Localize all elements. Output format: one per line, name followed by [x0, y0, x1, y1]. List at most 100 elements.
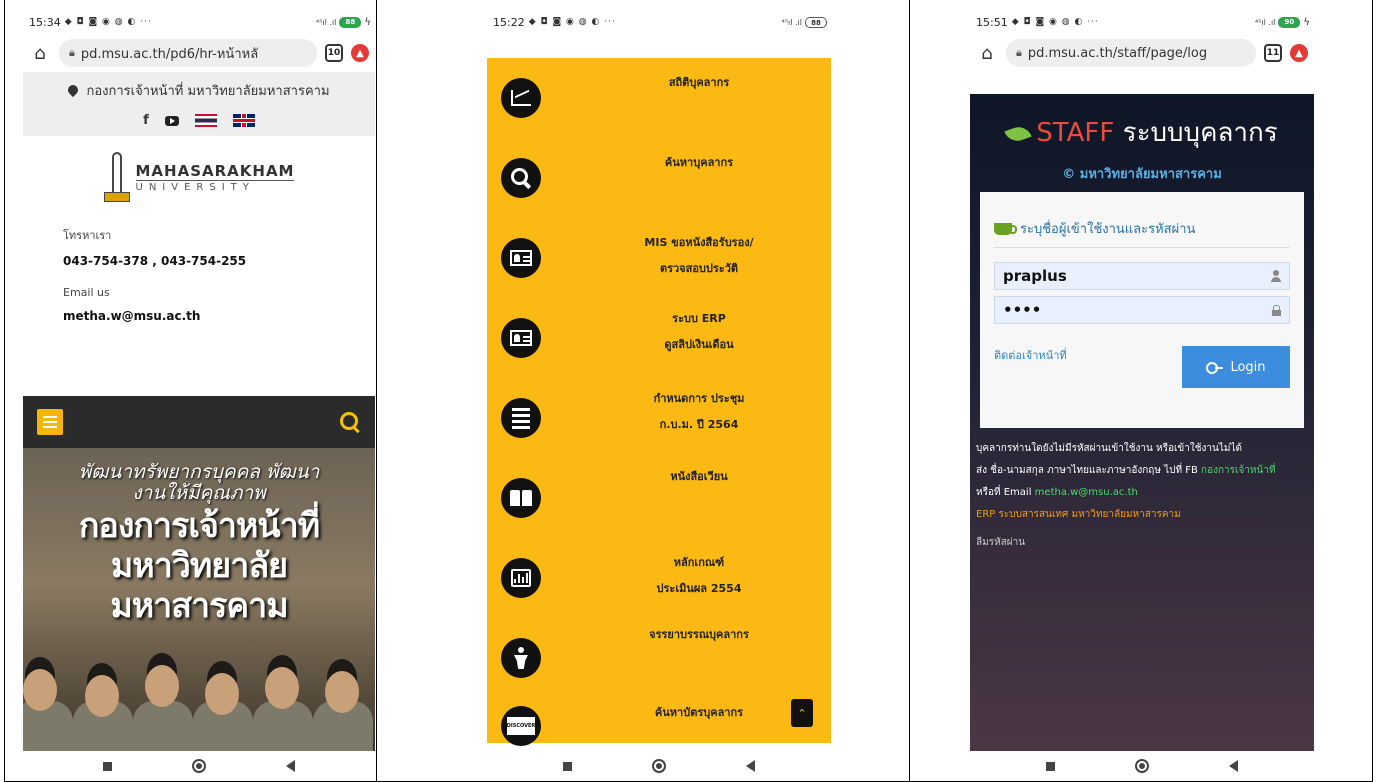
map-pin-icon — [68, 85, 78, 97]
logo-subtitle: UNIVERSITY — [135, 179, 295, 193]
status-bar: 15:34 ◆ ◘ ◙ ◉ ◍ ◐ ··· ⁴⁵ıl .ıl 88 ϟ — [23, 10, 375, 34]
key-icon — [1206, 362, 1224, 374]
android-nav-bar — [487, 751, 831, 781]
menu-item-search-staff[interactable]: ค้นหาบุคลากร — [487, 138, 831, 218]
status-bar: 15:51 ◆ ◘ ◙ ◉ ◍ ◐ ··· ⁴⁵ıl .ıl 90 ϟ — [970, 10, 1314, 34]
url-field[interactable]: 🔒︎ pd.msu.ac.th/pd6/hr-หน้าหลั — [59, 39, 317, 67]
menu-item-statistics[interactable]: สถิติบุคลากร — [487, 58, 831, 138]
menu-label-2: ก.บ.ม. ปี 2564 — [659, 418, 739, 431]
battery-icon: 88 — [805, 16, 827, 28]
menu-label-2: ดูสลิปเงินเดือน — [664, 338, 734, 351]
menu-item-code-of-ethics[interactable]: จรรยาบรรณบุคลากร — [487, 618, 831, 698]
menu-item-erp-payslip[interactable]: ระบบ ERP ดูสลิปเงินเดือน — [487, 298, 831, 378]
menu-label: หลักเกณฑ์ — [673, 556, 725, 569]
tab-count-icon[interactable]: 10 — [325, 44, 343, 62]
facebook-icon[interactable]: f — [143, 113, 149, 128]
menu-item-circular-letters[interactable]: หนังสือเวียน — [487, 458, 831, 538]
scroll-top-button[interactable]: ⌃ — [791, 699, 813, 727]
back-icon[interactable] — [1229, 760, 1238, 772]
hero-title-2: มหาวิทยาลัย — [110, 546, 288, 586]
lock-icon: 🔒︎ — [69, 46, 75, 59]
forgot-password-link[interactable]: ลืมรหัสผ่าน — [976, 532, 1310, 554]
battery-icon: 90 — [1278, 16, 1301, 28]
university-logo[interactable]: MAHASARAKHAM UNIVERSITY — [23, 152, 375, 202]
login-page: STAFF ระบบบุคลากร © มหาวิทยาลัยมหาสารคาม… — [970, 94, 1314, 751]
status-time: 15:51 — [976, 15, 1008, 29]
menu-item-meeting-schedule[interactable]: กำหนดการ ประชุม ก.บ.ม. ปี 2564 — [487, 378, 831, 458]
password-value: •••• — [1003, 301, 1042, 319]
menu-label: MIS ขอหนังสือรับรอง/ — [644, 236, 754, 249]
uk-flag-icon[interactable] — [232, 114, 255, 127]
group-photo-people — [23, 611, 375, 751]
contact-staff-link[interactable]: ติดต่อเจ้าหน้าที่ — [994, 346, 1067, 364]
status-time: 15:22 — [493, 15, 525, 29]
opera-menu-icon[interactable]: ▲ — [1290, 44, 1308, 62]
menu-item-evaluation-criteria[interactable]: หลักเกณฑ์ ประเมินผล 2554 — [487, 538, 831, 618]
brand-system: ระบบบุคลากร — [1114, 118, 1278, 148]
home-button-icon[interactable] — [192, 759, 206, 773]
site-top-bar: กองการเจ้าหน้าที่ มหาวิทยาลัยมหาสารคาม f — [23, 72, 375, 136]
logo-name: MAHASARAKHAM — [135, 161, 295, 180]
padlock-icon — [1272, 304, 1281, 316]
hero-title-3: มหาสารคาม — [110, 586, 288, 626]
book-icon — [501, 478, 541, 518]
phone-value[interactable]: 043-754-378 , 043-754-255 — [63, 254, 375, 268]
login-help-text: บุคลากรท่านใดยังไม่มีรหัสผ่านเข้าใช้งาน … — [976, 438, 1310, 554]
charging-icon: ϟ — [1303, 16, 1310, 28]
hero-text: พัฒนาทรัพยากรบุคคล พัฒนา งานให้มีคุณภาพ … — [23, 462, 375, 626]
help-line-2: ส่ง ชื่อ-นามสกุล ภาษาไทยและภาษาอังกฤษ ไป… — [976, 465, 1202, 476]
url-field[interactable]: 🔒︎ pd.msu.ac.th/staff/page/log — [1006, 39, 1256, 67]
bar-chart-icon — [501, 558, 541, 598]
email-value[interactable]: metha.w@msu.ac.th — [63, 309, 375, 323]
back-icon[interactable] — [746, 760, 755, 772]
help-line-3: หรือที่ Email — [976, 487, 1035, 498]
hero-banner: พัฒนาทรัพยากรบุคคล พัฒนา งานให้มีคุณภาพ … — [23, 396, 375, 751]
screenshot-panel-login: 15:51 ◆ ◘ ◙ ◉ ◍ ◐ ··· ⁴⁵ıl .ıl 90 ϟ ⌂ 🔒︎… — [910, 0, 1373, 782]
opera-menu-icon[interactable]: ▲ — [351, 44, 369, 62]
home-icon[interactable]: ⌂ — [29, 43, 51, 64]
menu-label-2: ตรวจสอบประวัติ — [659, 262, 739, 275]
recent-apps-icon[interactable] — [103, 761, 112, 771]
tab-count-icon[interactable]: 11 — [1264, 44, 1282, 62]
social-links: f — [23, 113, 375, 128]
home-button-icon[interactable] — [1135, 759, 1149, 773]
staff-brand: STAFF ระบบบุคลากร — [970, 94, 1314, 153]
email-link[interactable]: metha.w@msu.ac.th — [1035, 487, 1138, 498]
username-input[interactable]: praplus — [994, 262, 1290, 290]
browser-url-bar: ⌂ 🔒︎ pd.msu.ac.th/pd6/hr-หน้าหลั 10 ▲ — [23, 34, 375, 72]
home-icon[interactable]: ⌂ — [976, 43, 998, 64]
back-icon[interactable] — [286, 760, 295, 772]
university-subtitle: © มหาวิทยาลัยมหาสารคาม — [1062, 167, 1222, 182]
user-icon — [1271, 270, 1281, 282]
youtube-icon[interactable] — [164, 115, 179, 126]
fb-link[interactable]: กองการเจ้าหน้าที่ — [1201, 465, 1276, 476]
recent-apps-icon[interactable] — [1046, 761, 1055, 771]
hero-slogan-2: งานให้มีคุณภาพ — [132, 482, 266, 504]
coffee-cup-icon — [994, 222, 1017, 235]
battery-icon: 88 — [339, 16, 362, 28]
password-input[interactable]: •••• — [994, 296, 1290, 324]
login-card: ระบุชื่อผู้เข้าใช้งานและรหัสผ่าน praplus… — [980, 192, 1304, 428]
list-icon — [501, 398, 541, 438]
login-card-title: ระบุชื่อผู้เข้าใช้งานและรหัสผ่าน — [1020, 222, 1196, 237]
menu-item-mis-certificate[interactable]: MIS ขอหนังสือรับรอง/ ตรวจสอบประวัติ — [487, 218, 831, 298]
lock-icon: 🔒︎ — [1016, 46, 1022, 59]
menu-label: หนังสือเวียน — [670, 470, 728, 483]
discover-card-icon: DISCOVER — [501, 706, 541, 746]
hamburger-menu-icon[interactable] — [37, 409, 63, 435]
login-button[interactable]: Login — [1182, 346, 1290, 388]
menu-label-2: ประเมินผล 2554 — [656, 582, 742, 595]
username-value: praplus — [1003, 267, 1067, 285]
home-button-icon[interactable] — [652, 759, 666, 773]
url-text: pd.msu.ac.th/pd6/hr-หน้าหลั — [80, 46, 259, 62]
leaf-icon — [1004, 122, 1032, 145]
status-time: 15:34 — [29, 15, 61, 29]
search-icon[interactable] — [339, 411, 361, 433]
url-text: pd.msu.ac.th/staff/page/log — [1027, 45, 1208, 61]
site-address: กองการเจ้าหน้าที่ มหาวิทยาลัยมหาสารคาม — [86, 84, 330, 99]
android-nav-bar — [970, 751, 1314, 781]
erp-link[interactable]: ERP ระบบสารสนเทศ มหาวิทยาลัยมหาสารคาม — [976, 504, 1310, 526]
menu-label: สถิติบุคลากร — [668, 76, 730, 89]
recent-apps-icon[interactable] — [563, 761, 572, 771]
thai-flag-icon[interactable] — [194, 114, 217, 127]
